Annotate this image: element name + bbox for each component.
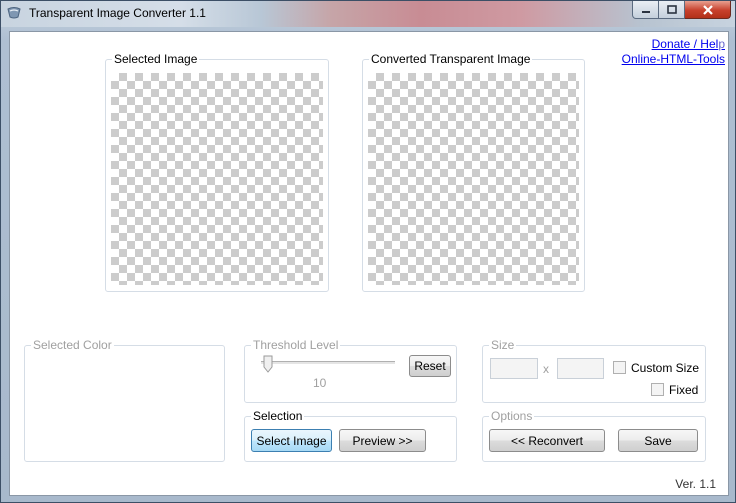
close-button[interactable] [685,1,731,19]
client-area: Donate / Help Online-HTML-Tools Selected… [9,31,729,496]
reset-button[interactable]: Reset [409,355,451,377]
threshold-slider-thumb[interactable] [263,355,273,373]
selection-legend: Selection [251,409,305,423]
close-icon [702,4,713,15]
threshold-legend: Threshold Level [251,338,341,352]
reconvert-button[interactable]: << Reconvert [489,429,605,452]
fixed-checkbox[interactable] [651,383,664,396]
threshold-value: 10 [313,376,327,390]
save-button[interactable]: Save [618,429,698,452]
online-html-tools-link[interactable]: Online-HTML-Tools [622,52,725,67]
selected-color-group: Selected Color [24,338,225,462]
version-label: Ver. 1.1 [675,477,716,491]
links-area: Donate / Help Online-HTML-Tools [622,37,725,67]
window-title: Transparent Image Converter 1.1 [29,6,206,20]
size-group: Size x Custom Size Fixed [482,338,706,403]
options-legend: Options [489,409,535,423]
size-width-input[interactable] [490,358,538,379]
size-separator: x [543,362,549,376]
size-legend: Size [489,338,517,352]
threshold-slider-track[interactable] [261,361,395,365]
donate-help-link[interactable]: Donate / Help [622,37,725,52]
custom-size-label: Custom Size [631,361,700,375]
minimize-button[interactable] [632,1,659,19]
selected-color-legend: Selected Color [31,338,114,352]
selection-group: Selection Select Image Preview >> [244,409,457,462]
donate-link-tail: p [718,37,725,51]
threshold-group: Threshold Level 10 Reset [244,338,457,403]
preview-button[interactable]: Preview >> [339,429,426,452]
custom-size-checkbox[interactable] [613,361,626,374]
maximize-icon [666,5,677,14]
title-bar[interactable]: Transparent Image Converter 1.1 [1,1,735,27]
fixed-label: Fixed [669,383,699,397]
selected-image-legend: Selected Image [112,52,200,66]
selected-image-preview [111,73,323,285]
converted-image-legend: Converted Transparent Image [369,52,533,66]
minimize-icon [641,10,650,13]
maximize-button[interactable] [659,1,685,19]
converted-image-preview [368,73,579,285]
select-image-button[interactable]: Select Image [251,429,332,452]
size-height-input[interactable] [557,358,604,379]
app-icon [7,7,21,19]
app-window: Transparent Image Converter 1.1 Donate /… [0,0,736,503]
converted-image-group: Converted Transparent Image [362,52,585,292]
selected-image-group: Selected Image [105,52,329,292]
donate-link-text: Donate / Hel [651,37,719,51]
options-group: Options << Reconvert Save [482,409,706,462]
